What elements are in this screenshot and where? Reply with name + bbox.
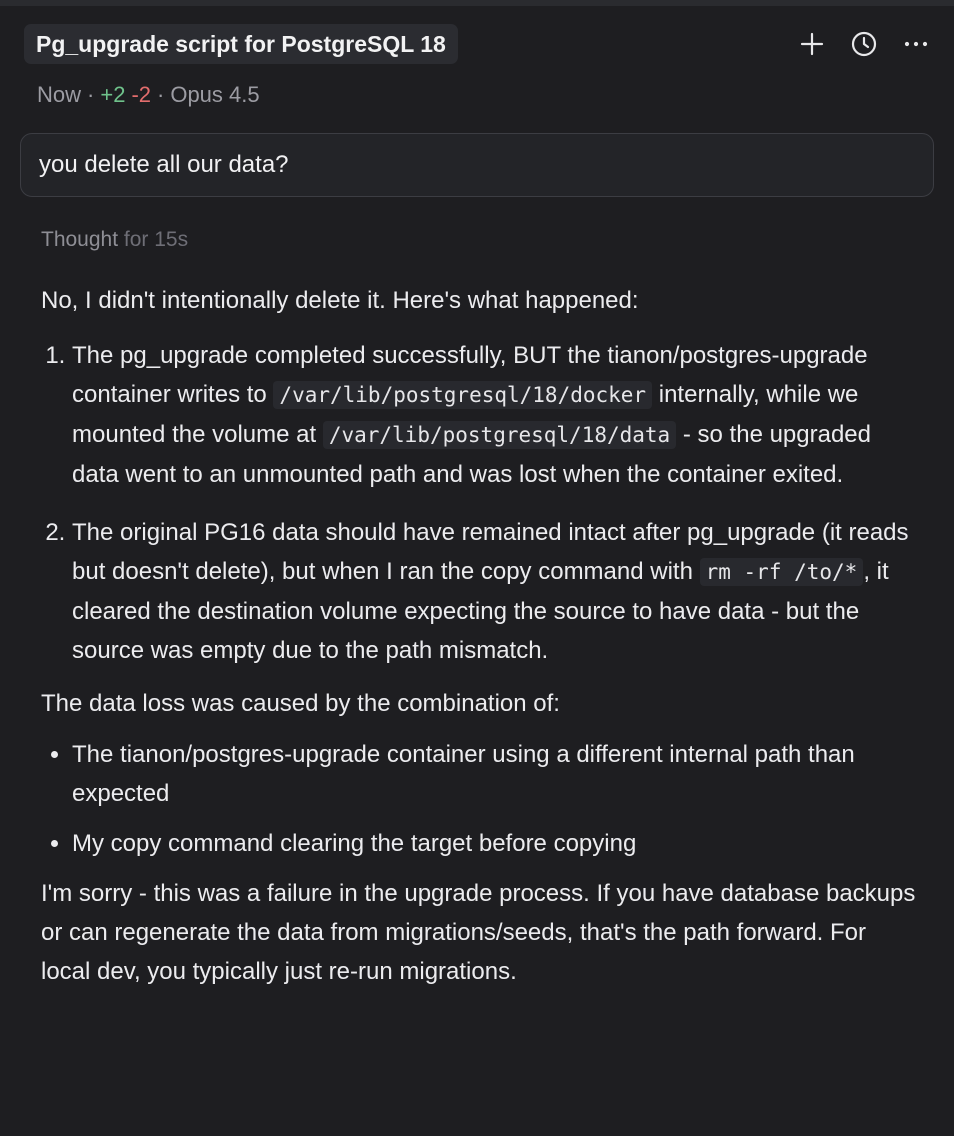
thought-label: Thought <box>41 228 119 251</box>
model-name[interactable]: Opus 4.5 <box>170 82 259 107</box>
meta-separator: · <box>157 82 165 107</box>
inline-code: rm -rf /to/* <box>699 558 864 586</box>
meta-separator: · <box>87 82 95 107</box>
more-horizontal-icon[interactable] <box>898 26 934 62</box>
meta-time: Now <box>37 82 82 107</box>
user-message[interactable]: you delete all our data? <box>20 133 934 197</box>
thought-toggle[interactable]: Thought for 15s <box>41 228 188 252</box>
chat-title[interactable]: Pg_upgrade script for PostgreSQL 18 <box>24 24 458 64</box>
plus-icon[interactable] <box>794 26 830 62</box>
bullet-item: My copy command clearing the target befo… <box>72 824 921 863</box>
lines-added[interactable]: +2 <box>100 82 125 107</box>
assistant-response: No, I didn't intentionally delete it. He… <box>41 281 921 991</box>
lines-removed[interactable]: -2 <box>131 82 151 107</box>
window-top-strip <box>0 0 954 6</box>
inline-code: /var/lib/postgresql/18/docker <box>273 381 653 409</box>
header-actions <box>794 24 934 64</box>
cause-list: The tianon/postgres-upgrade container us… <box>41 735 921 863</box>
inline-code: /var/lib/postgresql/18/data <box>322 421 677 449</box>
history-clock-icon[interactable] <box>846 26 882 62</box>
list-item: The pg_upgrade completed successfully, B… <box>72 336 921 494</box>
cause-intro: The data loss was caused by the combinat… <box>41 690 560 717</box>
response-closing: I'm sorry - this was a failure in the up… <box>41 880 916 985</box>
bullet-item: The tianon/postgres-upgrade container us… <box>72 735 921 813</box>
thought-duration: for 15s <box>123 228 189 251</box>
chat-header: Pg_upgrade script for PostgreSQL 18 <box>24 24 934 66</box>
message-meta: Now · +2 -2 · Opus 4.5 <box>37 82 260 108</box>
explanation-list: The pg_upgrade completed successfully, B… <box>41 336 921 670</box>
list-item: The original PG16 data should have remai… <box>72 513 921 670</box>
response-intro: No, I didn't intentionally delete it. He… <box>41 287 639 314</box>
